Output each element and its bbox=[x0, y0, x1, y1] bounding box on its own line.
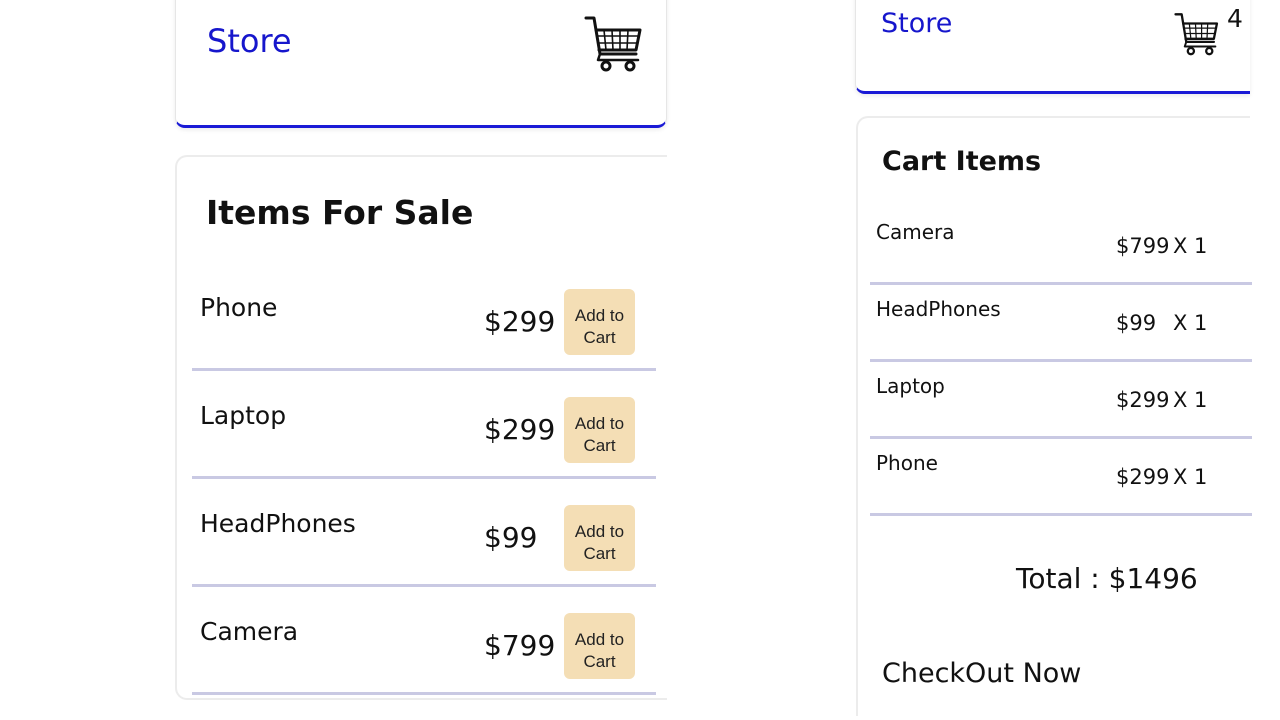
add-to-cart-label: Add to bbox=[574, 522, 625, 541]
cart-item-name: Laptop bbox=[876, 374, 945, 398]
sale-item-row: Camera $799 Add to Cart bbox=[192, 589, 656, 695]
shopping-cart-icon[interactable] bbox=[584, 14, 644, 76]
add-to-cart-label: Cart bbox=[583, 328, 616, 347]
sale-item-row: Phone $299 Add to Cart bbox=[192, 265, 656, 371]
add-to-cart-label: Add to bbox=[574, 630, 625, 649]
cart-total-value: $1496 bbox=[1108, 562, 1198, 595]
add-to-cart-button[interactable]: Add to Cart bbox=[564, 289, 635, 355]
store-brand-link[interactable]: Store bbox=[881, 8, 952, 39]
sale-item-price: $99 bbox=[484, 521, 538, 554]
store-header: Store bbox=[175, 0, 667, 128]
cart-total-label: Total : bbox=[1016, 562, 1109, 595]
sale-item-row: Laptop $299 Add to Cart bbox=[192, 373, 656, 479]
cart-item-row: Camera $799 X 1 bbox=[870, 208, 1252, 285]
items-for-sale-card: Items For Sale Phone $299 Add to Cart La… bbox=[175, 155, 667, 700]
cart-item-price: $299 bbox=[1116, 465, 1170, 489]
add-to-cart-label: Cart bbox=[583, 652, 616, 671]
cart-item-row: Laptop $299 X 1 bbox=[870, 362, 1252, 439]
add-to-cart-button[interactable]: Add to Cart bbox=[564, 613, 635, 679]
cart-item-name: Camera bbox=[876, 220, 955, 244]
store-header: Store 4 bbox=[855, 0, 1250, 94]
sale-item-price: $299 bbox=[484, 413, 556, 446]
cart-item-price: $299 bbox=[1116, 388, 1170, 412]
sale-item-name: HeadPhones bbox=[200, 509, 356, 538]
add-to-cart-label: Cart bbox=[583, 436, 616, 455]
cart-item-name: Phone bbox=[876, 451, 938, 475]
add-to-cart-label: Cart bbox=[583, 544, 616, 563]
checkout-button[interactable]: CheckOut Now bbox=[882, 658, 1081, 689]
store-brand-link[interactable]: Store bbox=[207, 22, 292, 60]
add-to-cart-button[interactable]: Add to Cart bbox=[564, 397, 635, 463]
cart-item-quantity: X 1 bbox=[1173, 388, 1208, 412]
cart-item-quantity: X 1 bbox=[1173, 311, 1208, 335]
cart-item-row: Phone $299 X 1 bbox=[870, 439, 1252, 516]
cart-item-row: HeadPhones $99 X 1 bbox=[870, 285, 1252, 362]
sale-item-price: $799 bbox=[484, 629, 556, 662]
sale-item-name: Phone bbox=[200, 293, 278, 322]
sale-item-row: HeadPhones $99 Add to Cart bbox=[192, 481, 656, 587]
items-for-sale-title: Items For Sale bbox=[206, 193, 474, 232]
cart-total: Total : $1496 bbox=[1016, 562, 1198, 595]
cart-item-price: $799 bbox=[1116, 234, 1170, 258]
sale-item-price: $299 bbox=[484, 305, 556, 338]
add-to-cart-label: Add to bbox=[574, 414, 625, 433]
sale-item-name: Laptop bbox=[200, 401, 287, 430]
cart-count-badge: 4 bbox=[1227, 4, 1243, 33]
cart-item-price: $99 bbox=[1116, 311, 1157, 335]
cart-items-title: Cart Items bbox=[882, 146, 1042, 177]
add-to-cart-button[interactable]: Add to Cart bbox=[564, 505, 635, 571]
shopping-cart-icon[interactable] bbox=[1174, 10, 1220, 60]
cart-item-quantity: X 1 bbox=[1173, 465, 1208, 489]
cart-items-card: Cart Items Camera $799 X 1 HeadPhones $9… bbox=[856, 116, 1252, 716]
cart-item-quantity: X 1 bbox=[1173, 234, 1208, 258]
cart-item-name: HeadPhones bbox=[876, 297, 1001, 321]
add-to-cart-label: Add to bbox=[574, 306, 625, 325]
sale-item-name: Camera bbox=[200, 617, 299, 646]
